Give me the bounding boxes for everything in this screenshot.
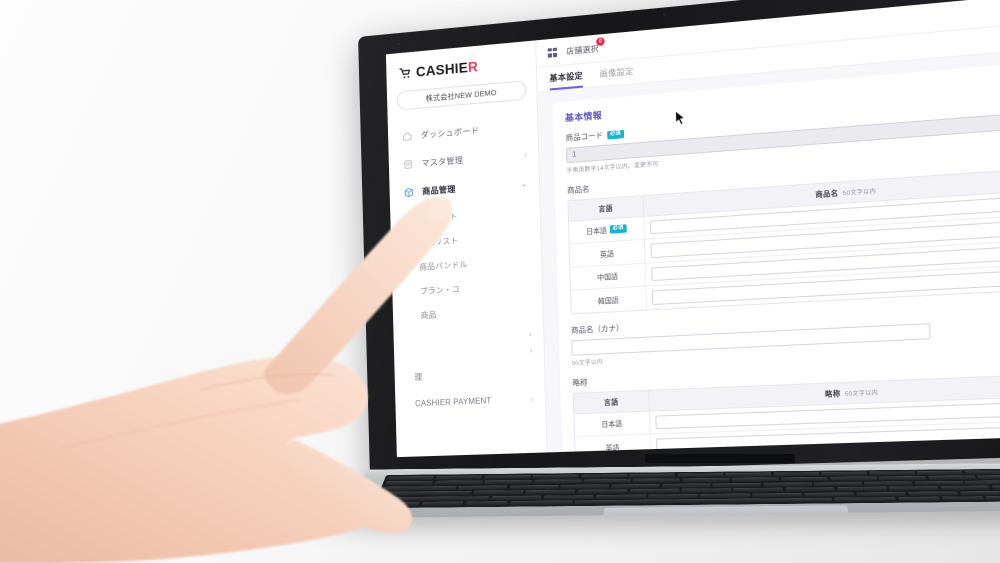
- row-language-en: 英語: [575, 434, 652, 453]
- product-code-value: 1: [572, 150, 577, 159]
- product-code-label-text: 商品コード: [565, 130, 604, 143]
- tab-image-settings[interactable]: 画像設定: [599, 65, 634, 86]
- sidebar-item-label: マスタ管理: [421, 155, 464, 168]
- store-selector-link[interactable]: 店舗選択 0: [566, 36, 605, 56]
- chevron-right-icon: ›: [529, 345, 533, 356]
- row-language-zh: 中国語: [570, 263, 647, 290]
- notification-badge: 0: [596, 36, 605, 46]
- company-name: 株式会社NEW DEMO: [425, 87, 497, 103]
- chevron-right-icon: ›: [528, 329, 533, 339]
- app-grid-icon[interactable]: [547, 47, 558, 58]
- photo-scene: CASHIER 株式会社NEW DEMO ダッシュボード マスタ管理 › 商品管…: [0, 0, 1000, 563]
- th-product-name-text: 商品名: [815, 190, 839, 200]
- row-language-ja: 日本語 必須: [569, 216, 645, 244]
- store-selector-label: 店舗選択: [566, 43, 599, 56]
- database-icon: [403, 158, 414, 170]
- mouse-cursor-icon: [674, 109, 686, 127]
- laptop-hinge: [645, 454, 795, 463]
- tab-basic-settings[interactable]: 基本設定: [549, 69, 584, 91]
- content-area: 基本情報 商品コード 必須 1 半角英数字14文字以内。変更不可 商品名 言語 …: [537, 45, 1000, 453]
- required-badge: 必須: [609, 224, 627, 234]
- sidebar-item-label: ダッシュボード: [420, 126, 480, 140]
- basic-info-card: 基本情報 商品コード 必須 1 半角英数字14文字以内。変更不可 商品名 言語 …: [552, 59, 1000, 453]
- brand-name: CASHIER: [415, 59, 479, 80]
- th-language: 言語: [573, 390, 650, 413]
- chevron-down-icon: ⌄: [520, 178, 528, 189]
- row-language-ko: 韓国語: [570, 286, 647, 313]
- language-label: 日本語: [586, 227, 608, 237]
- chevron-right-icon: ›: [530, 394, 534, 404]
- home-icon: [402, 130, 413, 142]
- trackpad[interactable]: [603, 505, 849, 517]
- th-abbreviation-note: 50文字以内: [844, 390, 879, 398]
- main-column: 店舗選択 0 基本設定 画像設定 基本情報 商品コード 必須 1 半角英数字14…: [536, 0, 1000, 453]
- hand-pointing: [0, 196, 452, 563]
- th-product-name-note: 50文字以内: [842, 188, 877, 198]
- shopping-cart-icon: [399, 67, 412, 78]
- required-badge: 必須: [607, 130, 624, 140]
- index-finger: [264, 196, 452, 394]
- chevron-right-icon: ›: [523, 150, 528, 160]
- abbreviation-zh-input[interactable]: [656, 450, 1000, 453]
- row-language-en: 英語: [569, 239, 646, 267]
- th-abbreviation-text: 略称: [824, 390, 841, 399]
- row-language-ja: 日本語: [574, 411, 651, 437]
